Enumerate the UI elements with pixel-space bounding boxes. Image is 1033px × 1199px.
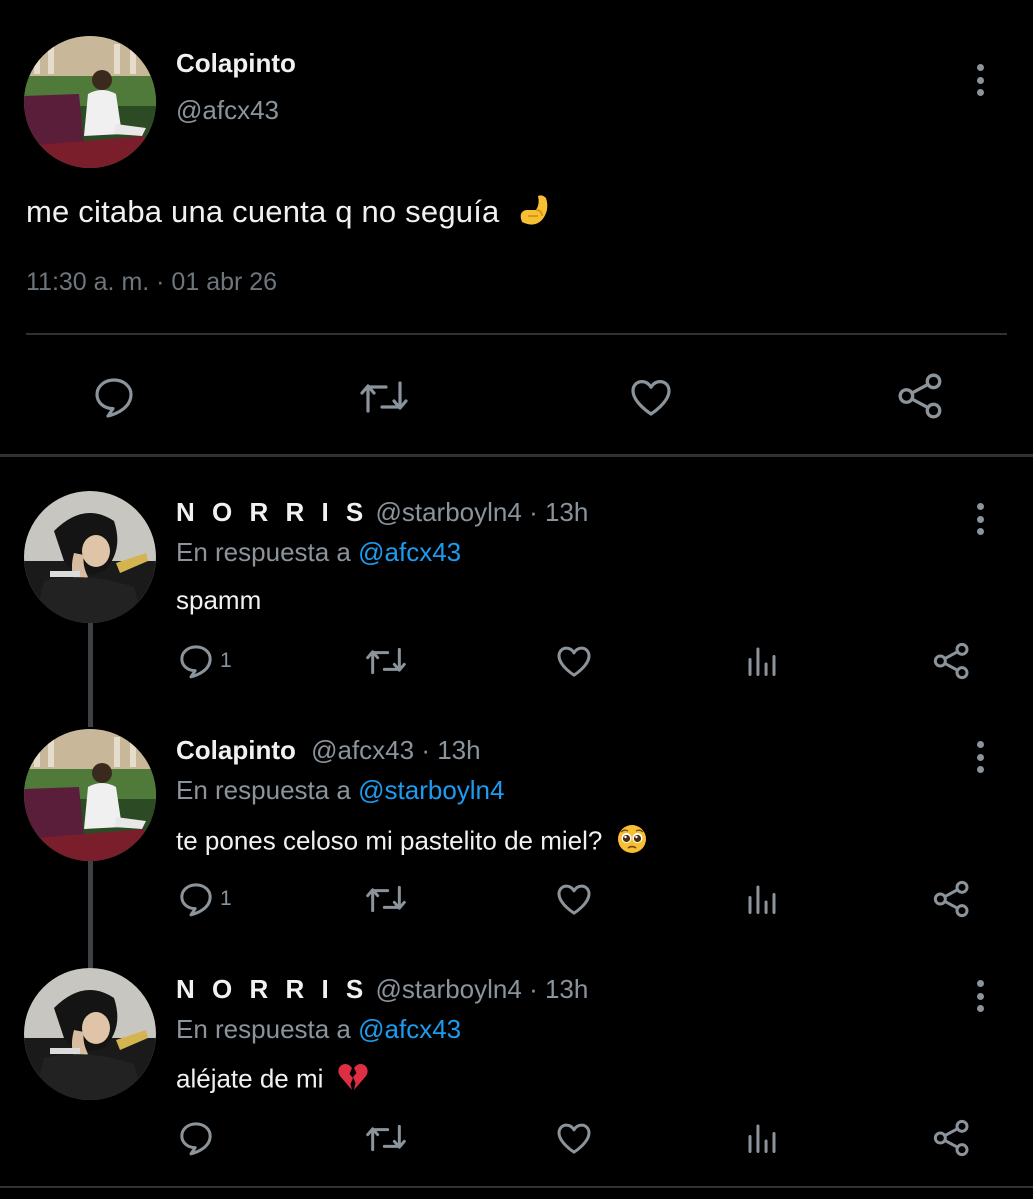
retweet-icon — [366, 1124, 406, 1152]
reply-button[interactable] — [176, 1118, 220, 1158]
retweet-icon — [360, 381, 408, 413]
retweet-button[interactable] — [364, 641, 408, 681]
analytics-icon — [748, 885, 776, 914]
reply-header: N O R R I S @starboyln4 · 13h — [176, 974, 588, 1005]
reply-button[interactable]: 1 — [176, 641, 232, 681]
reply-tweet: N O R R I S @starboyln4 · 13h En respues… — [0, 968, 1033, 1188]
more-options-icon[interactable] — [970, 499, 990, 539]
retweet-icon — [366, 885, 406, 913]
avatar[interactable] — [24, 968, 156, 1100]
in-reply-to: En respuesta a @afcx43 — [176, 1014, 461, 1045]
pinching-hand-icon — [514, 190, 554, 238]
reply-header: N O R R I S @starboyln4 · 13h — [176, 497, 588, 528]
in-reply-to: En respuesta a @starboyln4 — [176, 775, 504, 806]
reply-text-row: te pones celoso mi pastelito de miel? — [176, 823, 648, 862]
reply-text: aléjate de mi — [176, 1063, 324, 1094]
in-reply-prefix: En respuesta a — [176, 1014, 351, 1044]
reply-icon — [180, 645, 212, 679]
display-name[interactable]: Colapinto — [176, 48, 296, 79]
analytics-icon — [748, 647, 776, 676]
like-button[interactable] — [626, 373, 676, 421]
avatar-photo-icon — [24, 968, 156, 1100]
in-reply-prefix: En respuesta a — [176, 537, 351, 567]
share-icon — [898, 373, 942, 419]
reply-icon — [95, 378, 133, 418]
heart-icon — [557, 646, 591, 677]
reply-header: Colapinto @afcx43 · 13h — [176, 735, 481, 766]
avatar-photo-icon — [24, 491, 156, 623]
reply-button[interactable] — [90, 373, 138, 421]
in-reply-prefix: En respuesta a — [176, 775, 351, 805]
main-tweet: Colapinto @afcx43 me citaba una cuenta q… — [0, 0, 1033, 457]
divider — [26, 333, 1007, 335]
reply-tweet: N O R R I S @starboyln4 · 13h En respues… — [0, 491, 1033, 727]
analytics-button[interactable] — [744, 641, 780, 681]
retweet-button[interactable] — [364, 1118, 408, 1158]
more-options-icon[interactable] — [970, 976, 990, 1016]
display-name[interactable]: N O R R I S — [176, 497, 368, 527]
user-handle[interactable]: @starboyln4 — [375, 974, 521, 1004]
share-icon — [933, 642, 969, 680]
tweet-action-bar — [0, 365, 1033, 429]
analytics-icon — [748, 1124, 776, 1153]
avatar-photo-icon — [24, 729, 156, 861]
more-options-icon[interactable] — [970, 60, 990, 100]
avatar[interactable] — [24, 729, 156, 861]
in-reply-to: En respuesta a @afcx43 — [176, 537, 461, 568]
reply-count: 1 — [220, 887, 232, 910]
mention-link[interactable]: @afcx43 — [358, 537, 461, 567]
avatar[interactable] — [24, 491, 156, 623]
more-options-icon[interactable] — [970, 737, 990, 777]
share-button[interactable] — [932, 879, 972, 919]
reply-action-bar: 1 — [0, 877, 1033, 921]
heart-icon — [631, 380, 671, 416]
avatar[interactable] — [24, 36, 156, 168]
like-button[interactable] — [554, 1118, 594, 1158]
reply-action-bar: 1 — [0, 639, 1033, 683]
reply-icon — [180, 883, 212, 917]
share-icon — [933, 880, 969, 918]
reply-time: · 13h — [421, 735, 481, 765]
reply-tweet: Colapinto @afcx43 · 13h En respuesta a @… — [0, 729, 1033, 968]
user-handle[interactable]: @starboyln4 — [375, 497, 521, 527]
display-name[interactable]: Colapinto — [176, 735, 296, 765]
user-handle[interactable]: @afcx43 — [311, 735, 414, 765]
heart-icon — [557, 884, 591, 915]
reply-action-bar — [0, 1116, 1033, 1160]
display-name[interactable]: N O R R I S — [176, 974, 368, 1004]
share-button[interactable] — [932, 1118, 972, 1158]
pleading-face-icon — [616, 823, 648, 862]
analytics-button[interactable] — [744, 879, 780, 919]
reply-text: spamm — [176, 585, 262, 615]
share-icon — [933, 1119, 969, 1157]
user-handle[interactable]: @afcx43 — [176, 95, 279, 126]
retweet-button[interactable] — [358, 373, 410, 421]
tweet-text: me citaba una cuenta q no seguía — [26, 194, 500, 230]
tweet-timestamp[interactable]: 11:30 a. m. · 01 abr 26 — [26, 268, 277, 297]
share-button[interactable] — [896, 371, 946, 421]
like-button[interactable] — [554, 879, 594, 919]
divider — [0, 454, 1033, 457]
reply-text: te pones celoso mi pastelito de miel? — [176, 825, 603, 856]
heart-icon — [557, 1123, 591, 1154]
reply-text-row: aléjate de mi — [176, 1062, 369, 1099]
retweet-button[interactable] — [364, 879, 408, 919]
reply-count: 1 — [220, 649, 232, 672]
mention-link[interactable]: @starboyln4 — [358, 775, 504, 805]
divider — [0, 1186, 1033, 1188]
avatar-photo-icon — [24, 36, 156, 168]
reply-time: · 13h — [529, 974, 589, 1004]
broken-heart-icon — [337, 1062, 369, 1099]
retweet-icon — [366, 647, 406, 675]
mention-link[interactable]: @afcx43 — [358, 1014, 461, 1044]
reply-button[interactable]: 1 — [176, 879, 232, 919]
share-button[interactable] — [932, 641, 972, 681]
reply-time: · 13h — [529, 497, 589, 527]
like-button[interactable] — [554, 641, 594, 681]
analytics-button[interactable] — [744, 1118, 780, 1158]
reply-icon — [180, 1122, 212, 1156]
tweet-text-row: me citaba una cuenta q no seguía — [26, 190, 554, 238]
